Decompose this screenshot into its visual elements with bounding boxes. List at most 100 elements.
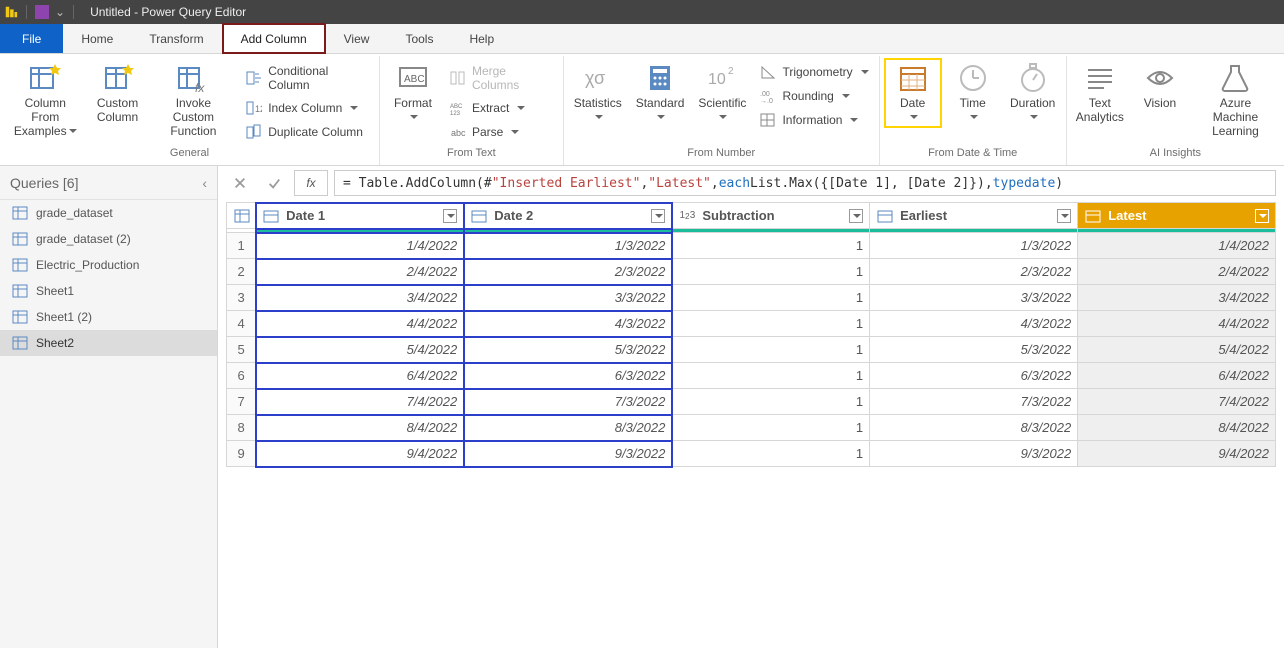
query-item[interactable]: Sheet1 — [0, 278, 217, 304]
cell-latest[interactable]: 3/4/2022 — [1078, 285, 1276, 311]
column-header-latest[interactable]: Latest — [1078, 203, 1276, 229]
duration-button[interactable]: Duration — [1006, 60, 1060, 126]
cell-earliest[interactable]: 5/3/2022 — [870, 337, 1078, 363]
cell-date1[interactable]: 3/4/2022 — [256, 285, 464, 311]
format-button[interactable]: ABC Format — [386, 60, 440, 126]
column-filter-button[interactable] — [1255, 209, 1269, 223]
text-analytics-button[interactable]: TextAnalytics — [1073, 60, 1127, 126]
statistics-button[interactable]: χσ Statistics — [570, 60, 626, 126]
cell-date1[interactable]: 5/4/2022 — [256, 337, 464, 363]
column-filter-button[interactable] — [651, 209, 665, 223]
cell-earliest[interactable]: 2/3/2022 — [870, 259, 1078, 285]
cell-earliest[interactable]: 4/3/2022 — [870, 311, 1078, 337]
cell-earliest[interactable]: 9/3/2022 — [870, 441, 1078, 467]
cell-date2[interactable]: 2/3/2022 — [464, 259, 672, 285]
parse-button[interactable]: abc Parse — [446, 122, 557, 142]
qat-dropdown-icon[interactable]: ⌄ — [55, 5, 65, 19]
tab-home[interactable]: Home — [63, 24, 131, 53]
time-button[interactable]: Time — [946, 60, 1000, 126]
cell-date2[interactable]: 9/3/2022 — [464, 441, 672, 467]
column-from-examples-button[interactable]: Column FromExamples — [6, 60, 85, 140]
azure-ml-button[interactable]: Azure MachineLearning — [1193, 60, 1278, 140]
cell-subtraction[interactable]: 1 — [672, 415, 870, 441]
table-row[interactable]: 55/4/20225/3/202215/3/20225/4/2022 — [227, 337, 1276, 363]
tab-tools[interactable]: Tools — [387, 24, 451, 53]
column-filter-button[interactable] — [1057, 209, 1071, 223]
cell-earliest[interactable]: 6/3/2022 — [870, 363, 1078, 389]
cell-subtraction[interactable]: 1 — [672, 337, 870, 363]
fx-indicator[interactable]: fx — [294, 170, 328, 196]
column-filter-button[interactable] — [849, 209, 863, 223]
table-row[interactable]: 33/4/20223/3/202213/3/20223/4/2022 — [227, 285, 1276, 311]
tab-add-column[interactable]: Add Column — [222, 24, 326, 53]
query-item[interactable]: Electric_Production — [0, 252, 217, 278]
table-row[interactable]: 77/4/20227/3/202217/3/20227/4/2022 — [227, 389, 1276, 415]
cell-latest[interactable]: 7/4/2022 — [1078, 389, 1276, 415]
table-row[interactable]: 88/4/20228/3/202218/3/20228/4/2022 — [227, 415, 1276, 441]
cell-date2[interactable]: 4/3/2022 — [464, 311, 672, 337]
table-row[interactable]: 66/4/20226/3/202216/3/20226/4/2022 — [227, 363, 1276, 389]
cell-date2[interactable]: 6/3/2022 — [464, 363, 672, 389]
cell-latest[interactable]: 8/4/2022 — [1078, 415, 1276, 441]
cell-date1[interactable]: 8/4/2022 — [256, 415, 464, 441]
table-row[interactable]: 11/4/20221/3/202211/3/20221/4/2022 — [227, 233, 1276, 259]
trigonometry-button[interactable]: Trigonometry — [756, 62, 872, 82]
cell-subtraction[interactable]: 1 — [672, 259, 870, 285]
cell-date1[interactable]: 6/4/2022 — [256, 363, 464, 389]
cell-latest[interactable]: 4/4/2022 — [1078, 311, 1276, 337]
vision-button[interactable]: Vision — [1133, 60, 1187, 112]
cell-latest[interactable]: 9/4/2022 — [1078, 441, 1276, 467]
cell-subtraction[interactable]: 1 — [672, 311, 870, 337]
cell-subtraction[interactable]: 1 — [672, 441, 870, 467]
date-button[interactable]: Date — [886, 60, 940, 126]
cell-latest[interactable]: 1/4/2022 — [1078, 233, 1276, 259]
cell-latest[interactable]: 6/4/2022 — [1078, 363, 1276, 389]
cell-date1[interactable]: 1/4/2022 — [256, 233, 464, 259]
cell-subtraction[interactable]: 1 — [672, 363, 870, 389]
cell-earliest[interactable]: 3/3/2022 — [870, 285, 1078, 311]
cell-date2[interactable]: 7/3/2022 — [464, 389, 672, 415]
column-filter-button[interactable] — [443, 209, 457, 223]
tab-help[interactable]: Help — [451, 24, 512, 53]
cell-date2[interactable]: 5/3/2022 — [464, 337, 672, 363]
row-number[interactable]: 6 — [227, 363, 256, 389]
cell-date1[interactable]: 9/4/2022 — [256, 441, 464, 467]
row-number[interactable]: 5 — [227, 337, 256, 363]
cell-subtraction[interactable]: 1 — [672, 233, 870, 259]
cell-latest[interactable]: 2/4/2022 — [1078, 259, 1276, 285]
enter-formula-button[interactable] — [260, 170, 288, 196]
cell-date1[interactable]: 4/4/2022 — [256, 311, 464, 337]
rounding-button[interactable]: .00→.0 Rounding — [756, 86, 872, 106]
column-header-subtraction[interactable]: 123 Subtraction — [672, 203, 870, 229]
index-column-button[interactable]: 123 Index Column — [242, 98, 373, 118]
row-number[interactable]: 3 — [227, 285, 256, 311]
cell-date2[interactable]: 3/3/2022 — [464, 285, 672, 311]
row-number[interactable]: 2 — [227, 259, 256, 285]
tab-file[interactable]: File — [0, 24, 63, 53]
query-item[interactable]: Sheet2 — [0, 330, 217, 356]
standard-button[interactable]: Standard — [632, 60, 689, 126]
cell-subtraction[interactable]: 1 — [672, 389, 870, 415]
cancel-formula-button[interactable] — [226, 170, 254, 196]
qat-icon[interactable] — [35, 5, 49, 19]
table-row[interactable]: 44/4/20224/3/202214/3/20224/4/2022 — [227, 311, 1276, 337]
row-number[interactable]: 4 — [227, 311, 256, 337]
tab-transform[interactable]: Transform — [131, 24, 221, 53]
column-header-date2[interactable]: Date 2 — [464, 203, 672, 229]
query-item[interactable]: grade_dataset (2) — [0, 226, 217, 252]
tab-view[interactable]: View — [326, 24, 388, 53]
column-header-date1[interactable]: Date 1 — [256, 203, 464, 229]
extract-button[interactable]: ABC123 Extract — [446, 98, 557, 118]
cell-date2[interactable]: 8/3/2022 — [464, 415, 672, 441]
formula-input[interactable]: = Table.AddColumn(#"Inserted Earliest", … — [334, 170, 1276, 196]
cell-date1[interactable]: 7/4/2022 — [256, 389, 464, 415]
cell-earliest[interactable]: 7/3/2022 — [870, 389, 1078, 415]
row-number[interactable]: 7 — [227, 389, 256, 415]
cell-latest[interactable]: 5/4/2022 — [1078, 337, 1276, 363]
cell-earliest[interactable]: 8/3/2022 — [870, 415, 1078, 441]
cell-subtraction[interactable]: 1 — [672, 285, 870, 311]
information-button[interactable]: Information — [756, 110, 872, 130]
merge-columns-button[interactable]: Merge Columns — [446, 62, 557, 94]
cell-date2[interactable]: 1/3/2022 — [464, 233, 672, 259]
collapse-pane-icon[interactable]: ‹ — [202, 175, 207, 191]
